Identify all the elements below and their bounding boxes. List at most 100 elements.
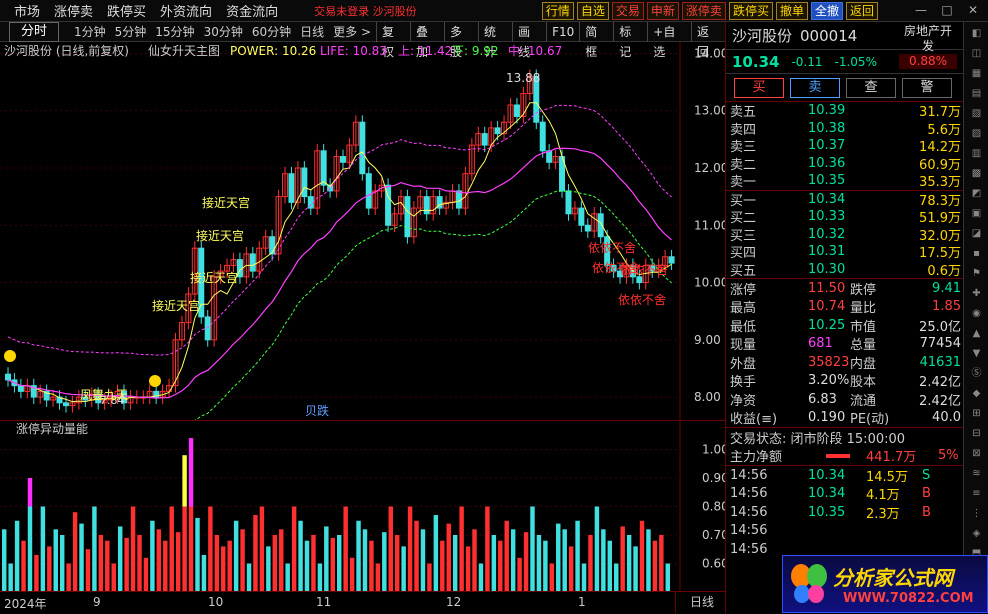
main-net-pct: 5%	[938, 448, 959, 464]
maximize-icon[interactable]: □	[936, 3, 958, 19]
stat-label: 现量	[730, 338, 757, 354]
tool-icon-17[interactable]: Ⓢ	[967, 365, 986, 382]
candle-body	[494, 127, 501, 135]
main-net-row: 主力净额 441.7万 5%	[726, 447, 963, 465]
tool-icon-6[interactable]: ▥	[967, 145, 986, 162]
volume-bar	[459, 506, 464, 592]
menu-capital-flow[interactable]: 资金流向	[226, 1, 278, 20]
minimize-icon[interactable]: —	[910, 3, 932, 19]
tool-icon-18[interactable]: ◆	[967, 385, 986, 402]
ask-price: 10.36	[808, 155, 846, 171]
bid-row[interactable]: 买二 10.33 51.9万	[726, 208, 963, 226]
menu-foreign-flow[interactable]: 外资流向	[160, 1, 212, 20]
stat-label: 流通	[850, 393, 877, 409]
tool-icon-0[interactable]: ◧	[967, 25, 986, 42]
volume-bar	[362, 529, 368, 592]
quick-button-3[interactable]: 申新	[646, 2, 679, 20]
bid-row[interactable]: 买三 10.32 32.0万	[726, 226, 963, 244]
period-tab-intraday[interactable]: 分时	[9, 21, 59, 42]
tool-icon-7[interactable]: ▩	[967, 165, 986, 182]
quick-button-4[interactable]: 涨停卖	[681, 2, 726, 20]
quick-button-0[interactable]: 行情	[541, 2, 574, 20]
ask-row[interactable]: 卖三 10.37 14.2万	[726, 137, 963, 155]
volume-bar	[349, 557, 355, 592]
quick-button-2[interactable]: 交易	[611, 2, 644, 20]
tool-icon-24[interactable]: ⋮	[967, 505, 986, 522]
tool-icon-25[interactable]: ◈	[967, 525, 986, 542]
tool-button-1[interactable]: 叠加	[410, 22, 444, 59]
tool-icon-20[interactable]: ⊟	[967, 425, 986, 442]
menu-limit-up-sell[interactable]: 涨停卖	[54, 1, 93, 20]
tool-icon-10[interactable]: ◪	[967, 225, 986, 242]
alert-button[interactable]: 警	[902, 77, 952, 98]
tool-button-7[interactable]: 标记	[613, 22, 647, 59]
tool-button-2[interactable]: 多股	[444, 22, 478, 59]
tool-icon-11[interactable]: ▪	[967, 245, 986, 262]
tool-icon-19[interactable]: ⊞	[967, 405, 986, 422]
tool-icon-2[interactable]: ▦	[967, 65, 986, 82]
period-tab-60min[interactable]: 60分钟	[252, 23, 291, 40]
menu-limit-down-buy[interactable]: 跌停买	[107, 1, 146, 20]
tool-button-0[interactable]: 复权	[376, 22, 410, 59]
window-controls: — □ ✕	[906, 3, 984, 19]
sector-badge[interactable]: 房地产开发 0.88%	[899, 24, 957, 69]
volume-bar	[53, 529, 58, 592]
volume-bar	[414, 520, 419, 592]
tick-list: 14:56 10.34 14.5万 S 14:56 10.34 4.1万 B 14:56 10.3…	[726, 466, 963, 559]
tool-button-5[interactable]: F10	[546, 22, 579, 42]
price-change-pct: -1.05%	[834, 54, 877, 69]
ask-row[interactable]: 卖五 10.39 31.7万	[726, 102, 963, 120]
period-tab-30min[interactable]: 30分钟	[204, 23, 243, 40]
quick-button-7[interactable]: 全撤	[810, 2, 843, 20]
period-tab-daily[interactable]: 日线	[300, 23, 324, 40]
period-tab-more[interactable]: 更多 >	[333, 23, 371, 40]
period-tab-15min[interactable]: 15分钟	[155, 23, 194, 40]
tool-icon-4[interactable]: ▧	[967, 105, 986, 122]
candlestick-chart[interactable]: 14.00 13.00 12.00 11.00 10.00 9.00 8.00 沙河股份 (日…	[0, 42, 728, 442]
indicator-panel[interactable]: 涨停异动量能 1.00 0.90 0.80 0.70 0.60	[0, 420, 729, 592]
volume-bar	[279, 529, 284, 592]
tool-button-9[interactable]: 返回	[690, 22, 725, 59]
menu-market[interactable]: 市场	[14, 1, 40, 20]
tool-icon-15[interactable]: ▲	[967, 325, 986, 342]
tool-button-3[interactable]: 统计	[478, 22, 512, 59]
quick-button-5[interactable]: 跌停买	[728, 2, 773, 20]
close-icon[interactable]: ✕	[962, 3, 984, 19]
x-label-nov: 11	[316, 595, 332, 609]
period-tab-1min[interactable]: 1分钟	[74, 23, 106, 40]
ask-row[interactable]: 卖二 10.36 60.9万	[726, 155, 963, 173]
volume-bar	[266, 546, 271, 592]
tool-icon-5[interactable]: ▨	[967, 125, 986, 142]
tool-icon-3[interactable]: ▤	[967, 85, 986, 102]
tool-icon-21[interactable]: ⊠	[967, 445, 986, 462]
tool-icon-9[interactable]: ▣	[967, 205, 986, 222]
sell-button[interactable]: 卖	[790, 77, 840, 98]
bid-row[interactable]: 买四 10.31 17.5万	[726, 243, 963, 261]
tool-button-4[interactable]: 画线	[512, 22, 546, 59]
tool-icon-16[interactable]: ▼	[967, 345, 986, 362]
bid-volume: 0.6万	[927, 263, 961, 279]
candle-body	[320, 150, 327, 186]
volume-bar	[188, 506, 194, 592]
tool-icon-23[interactable]: ≡	[967, 485, 986, 502]
period-tab-5min[interactable]: 5分钟	[115, 23, 147, 40]
buy-button[interactable]: 买	[734, 77, 784, 98]
bid-row[interactable]: 买五 10.30 0.6万	[726, 261, 963, 279]
bid-row[interactable]: 买一 10.34 78.3万	[726, 191, 963, 209]
query-button[interactable]: 查	[846, 77, 896, 98]
tool-icon-12[interactable]: ⚑	[967, 265, 986, 282]
tool-icon-13[interactable]: ✚	[967, 285, 986, 302]
ask-row[interactable]: 卖四 10.38 5.6万	[726, 120, 963, 138]
quick-button-8[interactable]: 返回	[845, 2, 878, 20]
quick-button-1[interactable]: 自选	[576, 2, 609, 20]
tool-icon-22[interactable]: ≋	[967, 465, 986, 482]
tool-icon-1[interactable]: ◫	[967, 45, 986, 62]
tool-button-8[interactable]: +自选	[647, 22, 691, 59]
ask-row[interactable]: 卖一 10.35 35.3万	[726, 172, 963, 190]
tool-icon-14[interactable]: ◉	[967, 305, 986, 322]
volume-bar	[253, 515, 258, 592]
tool-button-6[interactable]: 简框	[579, 22, 613, 59]
tick-time: 14:56	[730, 467, 768, 483]
quick-button-6[interactable]: 撤单	[775, 2, 808, 20]
tool-icon-8[interactable]: ◩	[967, 185, 986, 202]
